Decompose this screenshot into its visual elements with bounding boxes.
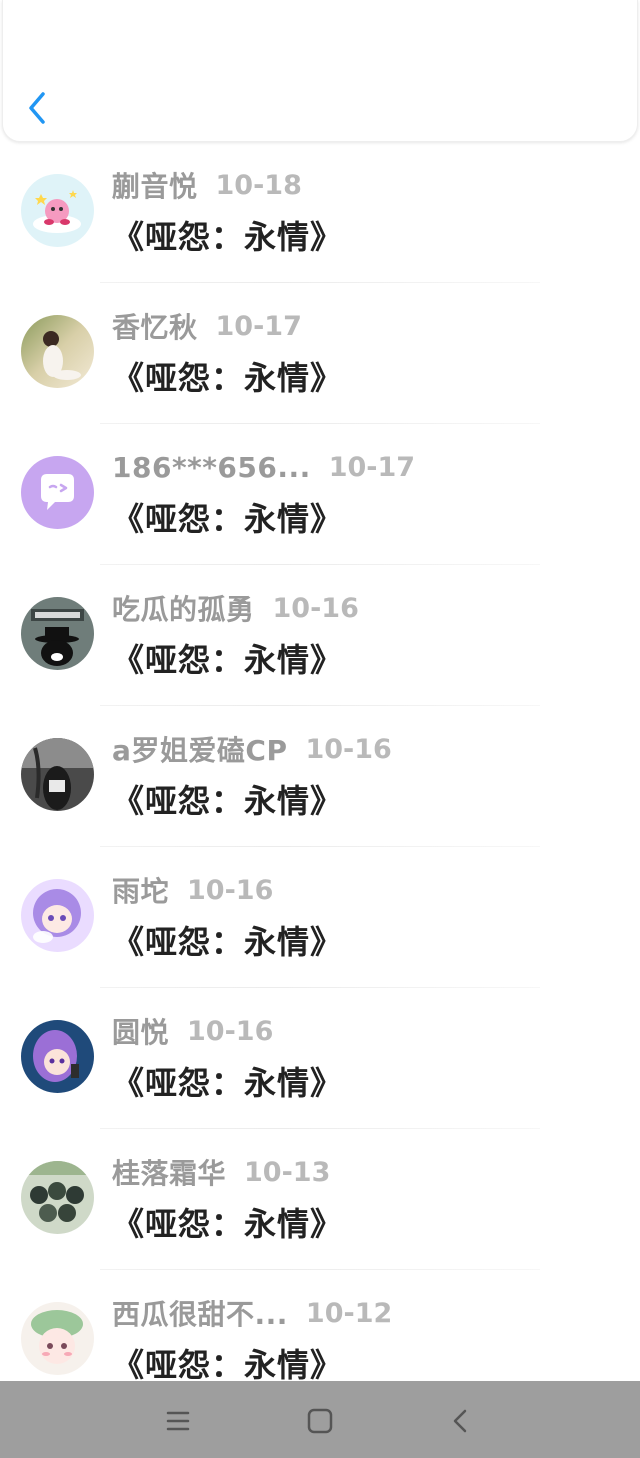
avatar[interactable] — [21, 174, 94, 247]
user-name[interactable]: 圆悦 — [112, 1011, 169, 1051]
avatar[interactable] — [21, 879, 94, 952]
item-title[interactable]: 《哑怨：永情》 — [112, 1199, 343, 1245]
item-date: 10-12 — [305, 1297, 393, 1329]
avatar[interactable] — [21, 456, 94, 529]
item-title[interactable]: 《哑怨：永情》 — [112, 776, 343, 822]
anime-purple-girl-avatar — [21, 879, 94, 952]
item-date: 10-16 — [272, 592, 359, 624]
item-meta: 186***656... 10-17 — [112, 448, 415, 486]
back-chevron-icon — [453, 1409, 467, 1433]
user-name[interactable]: 吃瓜的孤勇 — [112, 588, 255, 628]
list-item[interactable]: 吃瓜的孤勇 10-16 《哑怨：永情》 — [0, 565, 640, 706]
item-meta: 香忆秋 10-17 — [112, 307, 302, 345]
item-title[interactable]: 《哑怨：永情》 — [112, 494, 343, 540]
item-title[interactable]: 《哑怨：永情》 — [112, 353, 343, 399]
avatar[interactable] — [21, 1161, 94, 1234]
user-name[interactable]: 香忆秋 — [112, 306, 198, 346]
user-name[interactable]: 蒯音悦 — [112, 165, 198, 205]
chevron-left-icon — [29, 92, 45, 124]
black-cat-hat-avatar — [21, 597, 94, 670]
item-date: 10-16 — [187, 1015, 274, 1047]
home-square-icon — [307, 1408, 333, 1434]
system-nav-bar — [0, 1381, 640, 1458]
item-meta: 雨坨 10-16 — [112, 871, 273, 909]
item-title[interactable]: 《哑怨：永情》 — [112, 635, 343, 681]
top-bar — [2, 0, 638, 142]
item-date: 10-18 — [215, 169, 302, 201]
purple-chat-bubble-avatar — [21, 456, 94, 529]
group-photo-avatar — [21, 1161, 94, 1234]
item-meta: 桂落霜华 10-13 — [112, 1153, 330, 1191]
kirby-cloud-avatar — [21, 174, 94, 247]
dark-photo-avatar — [21, 738, 94, 811]
item-title[interactable]: 《哑怨：永情》 — [112, 212, 343, 258]
girl-photo-avatar — [21, 315, 94, 388]
user-name[interactable]: 186***656... — [112, 451, 311, 484]
item-title[interactable]: 《哑怨：永情》 — [112, 1340, 343, 1386]
item-date: 10-17 — [215, 310, 302, 342]
avatar[interactable] — [21, 597, 94, 670]
item-meta: 蒯音悦 10-18 — [112, 166, 302, 204]
item-date: 10-13 — [244, 1156, 331, 1188]
back-button[interactable] — [21, 86, 55, 130]
item-date: 10-17 — [328, 451, 416, 483]
avatar[interactable] — [21, 738, 94, 811]
item-meta: 圆悦 10-16 — [112, 1012, 273, 1050]
item-meta: a罗姐爱磕CP 10-16 — [112, 730, 392, 768]
list-item[interactable]: 香忆秋 10-17 《哑怨：永情》 — [0, 283, 640, 424]
item-meta: 吃瓜的孤勇 10-16 — [112, 589, 359, 627]
user-name[interactable]: a罗姐爱磕CP — [112, 729, 287, 769]
item-date: 10-16 — [305, 733, 392, 765]
avatar[interactable] — [21, 1302, 94, 1375]
list-item[interactable]: 桂落霜华 10-13 《哑怨：永情》 — [0, 1129, 640, 1270]
app-screen: 蒯音悦 10-18 《哑怨：永情》 香忆秋 10-17 《哑怨：永情》 186*… — [0, 0, 640, 1458]
list-item[interactable]: a罗姐爱磕CP 10-16 《哑怨：永情》 — [0, 706, 640, 847]
anime-green-hat-avatar — [21, 1302, 94, 1375]
anime-violet-hair-avatar — [21, 1020, 94, 1093]
item-title[interactable]: 《哑怨：永情》 — [112, 1058, 343, 1104]
list-item[interactable]: 圆悦 10-16 《哑怨：永情》 — [0, 988, 640, 1129]
avatar[interactable] — [21, 1020, 94, 1093]
user-name[interactable]: 雨坨 — [112, 870, 169, 910]
list-item[interactable]: 雨坨 10-16 《哑怨：永情》 — [0, 847, 640, 988]
user-name[interactable]: 西瓜很甜不... — [112, 1293, 288, 1333]
avatar[interactable] — [21, 315, 94, 388]
item-title[interactable]: 《哑怨：永情》 — [112, 917, 343, 963]
item-date: 10-16 — [187, 874, 274, 906]
list-item[interactable]: 186***656... 10-17 《哑怨：永情》 — [0, 424, 640, 565]
menu-icon — [166, 1411, 190, 1431]
user-name[interactable]: 桂落霜华 — [112, 1152, 226, 1192]
list-item[interactable]: 蒯音悦 10-18 《哑怨：永情》 — [0, 142, 640, 283]
home-button[interactable] — [300, 1401, 340, 1441]
menu-button[interactable] — [158, 1401, 198, 1441]
system-back-button[interactable] — [441, 1401, 481, 1441]
item-meta: 西瓜很甜不... 10-12 — [112, 1294, 392, 1332]
reader-list: 蒯音悦 10-18 《哑怨：永情》 香忆秋 10-17 《哑怨：永情》 186*… — [0, 142, 640, 1411]
